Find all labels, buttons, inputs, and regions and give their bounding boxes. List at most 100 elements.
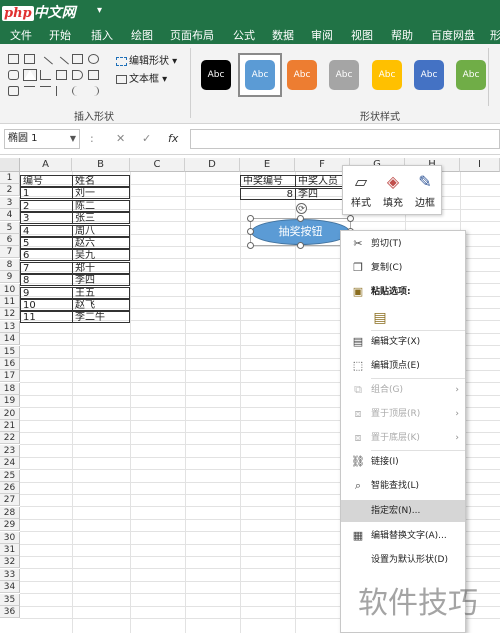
mini-fill-button[interactable]: ◈ 填充 (378, 170, 408, 209)
menu-item-edit-text[interactable]: ▤ 编辑文字(X) (341, 331, 465, 353)
table-cell-id[interactable]: 6 (20, 249, 73, 262)
table-cell-id[interactable]: 4 (20, 224, 73, 237)
chevron-down-icon[interactable]: ▼ (70, 130, 76, 148)
shape-textbox-icon[interactable] (8, 54, 19, 64)
row-header[interactable]: 19 (0, 395, 20, 408)
menu-item-send-to-back[interactable]: ⧈ 置于底层(K) › (341, 427, 465, 449)
shape-style-4[interactable]: Abc (329, 60, 359, 90)
tab-data[interactable]: 数据 (272, 27, 294, 43)
insert-function-icon[interactable]: fx (168, 132, 178, 145)
resize-handle[interactable] (247, 242, 254, 249)
shape-style-2[interactable]: Abc (245, 60, 275, 90)
table-cell-id[interactable]: 5 (20, 237, 73, 249)
column-header-a[interactable]: A (20, 158, 72, 172)
table-cell-name[interactable]: 张三 (72, 212, 130, 225)
name-box[interactable]: 椭圆 1 ▼ (4, 129, 80, 149)
cell-b1[interactable]: 姓名 (72, 175, 130, 187)
row-header[interactable]: 13 (0, 320, 20, 333)
menu-item-link[interactable]: ⛓ 链接(I) (341, 451, 465, 473)
cell-e2[interactable]: 8 (240, 188, 296, 200)
enter-icon[interactable]: ✓ (142, 132, 151, 145)
table-cell-name[interactable]: 赵六 (72, 237, 130, 249)
tab-page-layout[interactable]: 页面布局 (170, 27, 214, 43)
edit-shape-button[interactable]: 编辑形状 ▾ (116, 52, 177, 67)
resize-handle[interactable] (347, 215, 354, 222)
table-cell-id[interactable]: 10 (20, 299, 73, 311)
table-cell-id[interactable]: 11 (20, 311, 73, 324)
row-header[interactable]: 16 (0, 358, 20, 370)
table-cell-id[interactable]: 8 (20, 274, 73, 287)
shape-oval-icon[interactable] (88, 54, 99, 64)
column-header-i[interactable]: I (460, 158, 500, 172)
row-header[interactable]: 35 (0, 593, 20, 606)
shape-down-arrow-icon[interactable] (88, 70, 99, 80)
shape-rectangle-icon[interactable] (72, 54, 83, 64)
tab-review[interactable]: 审阅 (311, 27, 333, 43)
tab-insert[interactable]: 插入 (91, 27, 113, 43)
shape-style-7[interactable]: Abc (456, 60, 486, 90)
table-cell-name[interactable]: 王五 (72, 286, 130, 299)
row-header[interactable]: 32 (0, 556, 20, 569)
row-header[interactable]: 31 (0, 544, 20, 556)
table-cell-name[interactable]: 李二牛 (72, 311, 130, 324)
shape-style-5[interactable]: Abc (372, 60, 402, 90)
tab-home[interactable]: 开始 (49, 27, 71, 43)
row-header[interactable]: 30 (0, 531, 20, 544)
select-all-corner[interactable] (0, 158, 20, 172)
row-header[interactable]: 33 (0, 568, 20, 581)
menu-item-edit-points[interactable]: ⬚ 编辑顶点(E) (341, 355, 465, 377)
row-header[interactable]: 17 (0, 370, 20, 383)
menu-item-bring-to-front[interactable]: ⧈ 置于顶层(R) › (341, 403, 465, 425)
row-header[interactable]: 34 (0, 581, 20, 594)
row-header[interactable]: 6 (0, 234, 20, 246)
shape-scribble-icon[interactable] (40, 86, 51, 96)
table-cell-name[interactable]: 刘一 (72, 187, 130, 200)
menu-item-assign-macro[interactable]: 指定宏(N)... (341, 500, 465, 522)
row-header[interactable]: 24 (0, 457, 20, 470)
paste-icon[interactable]: ▤ (371, 309, 389, 327)
row-header[interactable]: 9 (0, 271, 20, 284)
table-cell-name[interactable]: 赵飞 (72, 299, 130, 311)
menu-item-cut[interactable]: ✂ 剪切(T) (341, 233, 465, 255)
shape-style-1[interactable]: Abc (201, 60, 231, 90)
shape-bracket-icon[interactable] (56, 86, 67, 96)
row-header[interactable]: 15 (0, 345, 20, 358)
shape-style-3[interactable]: Abc (287, 60, 317, 90)
row-header[interactable]: 27 (0, 494, 20, 507)
table-cell-name[interactable]: 李四 (72, 274, 130, 287)
table-cell-name[interactable]: 郑十 (72, 261, 130, 274)
resize-handle[interactable] (297, 215, 304, 222)
tab-view[interactable]: 视图 (351, 27, 373, 43)
row-header[interactable]: 2 (0, 184, 20, 197)
shape-style-6[interactable]: Abc (414, 60, 444, 90)
mini-border-button[interactable]: ✎ 边框 (410, 170, 440, 209)
column-header-b[interactable]: B (72, 158, 130, 172)
column-header-c[interactable]: C (130, 158, 185, 172)
resize-handle[interactable] (297, 242, 304, 249)
table-cell-id[interactable]: 2 (20, 199, 73, 212)
row-header[interactable]: 7 (0, 246, 20, 259)
shape-right-arrow-icon[interactable] (72, 70, 83, 80)
row-header[interactable]: 36 (0, 606, 20, 618)
formula-input[interactable] (190, 129, 500, 149)
row-header[interactable]: 3 (0, 196, 20, 209)
shape-brace-right-icon[interactable] (88, 86, 99, 96)
shape-flowchart-icon[interactable] (56, 70, 67, 80)
tab-file[interactable]: 文件 (10, 27, 32, 43)
shape-vtextbox-icon[interactable] (24, 54, 35, 64)
resize-handle[interactable] (247, 215, 254, 222)
cell-e1[interactable]: 中奖编号 (240, 175, 296, 187)
row-header[interactable]: 23 (0, 444, 20, 457)
row-header[interactable]: 29 (0, 519, 20, 532)
row-header[interactable]: 26 (0, 482, 20, 494)
shape-curve-icon[interactable] (24, 86, 35, 96)
table-cell-name[interactable]: 吴九 (72, 249, 130, 262)
cell-a1[interactable]: 编号 (20, 175, 73, 187)
quick-access-dropdown-icon[interactable]: ▾ (97, 5, 102, 16)
menu-item-smart-lookup[interactable]: ⌕ 智能查找(L) (341, 475, 465, 497)
tab-formulas[interactable]: 公式 (233, 27, 255, 43)
row-header[interactable]: 12 (0, 308, 20, 321)
tab-help[interactable]: 帮助 (391, 27, 413, 43)
table-cell-id[interactable]: 1 (20, 187, 73, 200)
resize-handle[interactable] (247, 228, 254, 235)
